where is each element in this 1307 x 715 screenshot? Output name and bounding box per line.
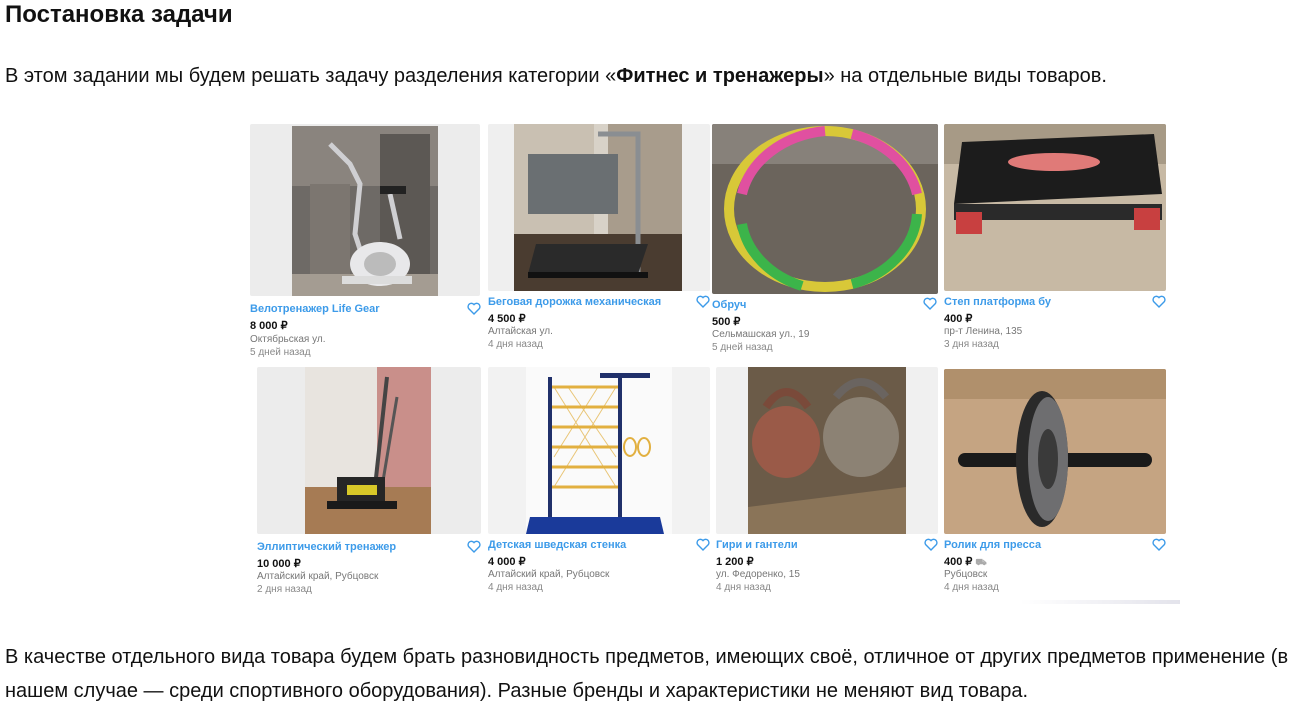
- listing-price: 500 ₽: [712, 316, 741, 328]
- listing-title[interactable]: Велотренажер Life Gear: [250, 303, 380, 315]
- favorite-heart-icon[interactable]: [467, 540, 481, 553]
- listing-card[interactable]: Беговая дорожка механическая 4 500 ₽ Алт…: [488, 124, 710, 364]
- listing-address: пр-т Ленина, 135: [944, 326, 1023, 337]
- listing-card[interactable]: Ролик для пресса 400 ₽ ⛟ Рубцовск 4 дня н…: [944, 369, 1166, 602]
- listing-address: Октябрьская ул.: [250, 334, 326, 345]
- listing-address: Алтайский край, Рубцовск: [257, 571, 379, 582]
- outro-paragraph: В качестве отдельного вида товара будем …: [5, 646, 1289, 702]
- listing-title[interactable]: Обруч: [712, 299, 746, 311]
- section-heading: Постановка задачи: [5, 1, 233, 28]
- listing-price: 1 200 ₽: [716, 556, 754, 568]
- listing-date: 5 дней назад: [250, 347, 311, 358]
- listing-photo-wall-bars[interactable]: [488, 367, 710, 534]
- delivery-truck-icon: ⛟: [975, 557, 987, 567]
- listing-card[interactable]: Велотренажер Life Gear 8 000 ₽ Октябрьск…: [250, 124, 481, 364]
- listing-title[interactable]: Степ платформа бу: [944, 296, 1051, 308]
- intro-paragraph: В этом задании мы будем решать задачу ра…: [5, 62, 1107, 90]
- favorite-heart-icon[interactable]: [696, 295, 710, 308]
- intro-text-before: В этом задании мы будем решать задачу ра…: [5, 65, 617, 87]
- listing-card[interactable]: Степ платформа бу 400 ₽ пр-т Ленина, 135…: [944, 124, 1166, 364]
- listing-address: Алтайская ул.: [488, 326, 553, 337]
- listing-card[interactable]: Эллиптический тренажер 10 000 ₽ Алтайски…: [257, 367, 481, 602]
- listing-address: Рубцовск: [944, 569, 988, 580]
- listing-price-value: 400 ₽: [944, 556, 973, 568]
- listing-price: 400 ₽: [944, 313, 973, 325]
- favorite-heart-icon[interactable]: [923, 297, 937, 310]
- listing-address: Алтайский край, Рубцовск: [488, 569, 610, 580]
- listing-price: 10 000 ₽: [257, 558, 301, 570]
- listing-price: 400 ₽ ⛟: [944, 555, 987, 569]
- listing-date: 2 дня назад: [257, 584, 312, 595]
- listing-photo-elliptical[interactable]: [257, 367, 481, 534]
- favorite-heart-icon[interactable]: [924, 538, 938, 551]
- listing-title[interactable]: Ролик для пресса: [944, 539, 1041, 551]
- listing-date: 4 дня назад: [716, 582, 771, 593]
- listing-date: 5 дней назад: [712, 342, 773, 353]
- listing-title[interactable]: Гири и гантели: [716, 539, 798, 551]
- listing-price: 4 000 ₽: [488, 556, 526, 568]
- favorite-heart-icon[interactable]: [696, 538, 710, 551]
- intro-category-name: Фитнес и тренажеры: [616, 65, 824, 87]
- listing-title[interactable]: Детская шведская стенка: [488, 539, 626, 551]
- listing-card[interactable]: Детская шведская стенка 4 000 ₽ Алтайски…: [488, 367, 710, 602]
- divider: [1020, 600, 1180, 604]
- listing-title[interactable]: Эллиптический тренажер: [257, 541, 396, 553]
- listing-photo-hula-hoop[interactable]: [712, 124, 938, 294]
- listing-date: 4 дня назад: [944, 582, 999, 593]
- favorite-heart-icon[interactable]: [467, 302, 481, 315]
- listing-photo-exercise-bike[interactable]: [250, 124, 480, 296]
- listing-photo-step-platform[interactable]: [944, 124, 1166, 291]
- favorite-heart-icon[interactable]: [1152, 295, 1166, 308]
- listing-photo-ab-roller[interactable]: [944, 369, 1166, 534]
- listing-date: 4 дня назад: [488, 582, 543, 593]
- listing-photo-treadmill[interactable]: [488, 124, 710, 291]
- listing-card[interactable]: Обруч 500 ₽ Сельмашская ул., 19 5 дней н…: [712, 124, 938, 364]
- listing-photo-kettlebells[interactable]: [716, 367, 938, 534]
- listing-title[interactable]: Беговая дорожка механическая: [488, 296, 661, 308]
- listing-date: 4 дня назад: [488, 339, 543, 350]
- listing-price: 8 000 ₽: [250, 320, 288, 332]
- listing-address: Сельмашская ул., 19: [712, 329, 810, 340]
- listing-price: 4 500 ₽: [488, 313, 526, 325]
- intro-text-after: » на отдельные виды товаров.: [823, 65, 1107, 87]
- listing-address: ул. Федоренко, 15: [716, 569, 800, 580]
- favorite-heart-icon[interactable]: [1152, 538, 1166, 551]
- listing-card[interactable]: Гири и гантели 1 200 ₽ ул. Федоренко, 15…: [716, 367, 938, 602]
- listing-date: 3 дня назад: [944, 339, 999, 350]
